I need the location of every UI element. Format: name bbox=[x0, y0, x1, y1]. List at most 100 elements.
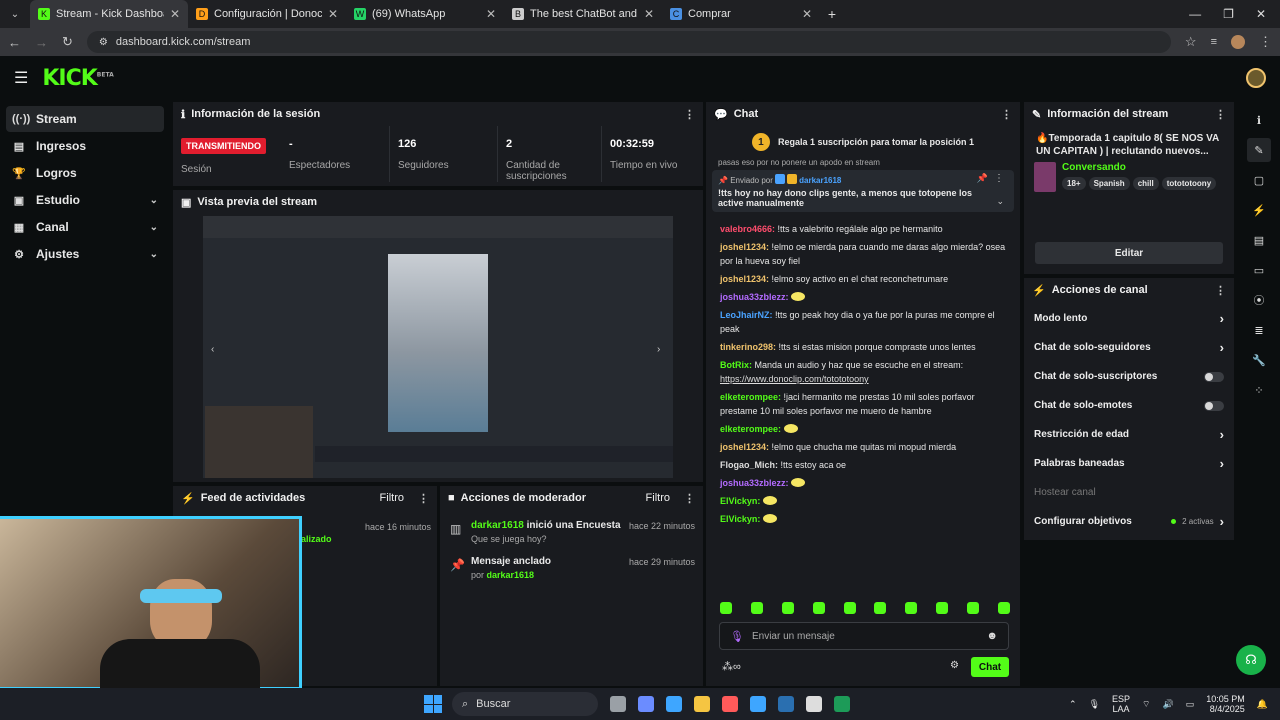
sidebar-item-ajustes[interactable]: ⚙ Ajustes ⌄ bbox=[6, 241, 164, 267]
chat-username[interactable]: valebro4666 bbox=[720, 224, 772, 234]
back-icon[interactable]: ← bbox=[8, 35, 21, 50]
copilot-icon[interactable] bbox=[638, 696, 654, 712]
chat-menu-icon[interactable]: ⋮ bbox=[1001, 108, 1012, 121]
emote-icon[interactable] bbox=[936, 602, 949, 614]
wrench-icon[interactable]: 🔧 bbox=[1247, 348, 1271, 372]
sidebar-item-canal[interactable]: ▦ Canal ⌄ bbox=[6, 214, 164, 240]
channel-action-row[interactable]: Configurar objetivos 2 activas › bbox=[1024, 507, 1234, 536]
unpin-icon[interactable]: 📌 bbox=[977, 173, 988, 184]
chrome-icon[interactable] bbox=[750, 696, 766, 712]
emoji-icon[interactable]: ☻ bbox=[986, 630, 998, 642]
channel-action-row[interactable]: Chat de solo-suscriptores bbox=[1024, 362, 1234, 391]
category-name[interactable]: Conversando bbox=[1062, 162, 1216, 173]
channel-action-row[interactable]: Chat de solo-seguidores › bbox=[1024, 333, 1234, 362]
tab-search-icon[interactable]: ⌄ bbox=[0, 0, 30, 28]
channel-action-row[interactable]: Chat de solo-emotes bbox=[1024, 391, 1234, 420]
channel-action-row[interactable]: Modo lento › bbox=[1024, 304, 1234, 333]
stream-tag[interactable]: chill bbox=[1132, 177, 1159, 190]
forward-icon[interactable]: → bbox=[35, 35, 48, 50]
profile-avatar[interactable] bbox=[1231, 35, 1245, 49]
pinned-menu-icon[interactable]: ⋮ bbox=[994, 173, 1004, 184]
chat-message[interactable]: elketerompee: bbox=[706, 420, 1020, 438]
mod-sub-user[interactable]: darkar1618 bbox=[487, 570, 535, 580]
chevron-down-icon[interactable]: ⌄ bbox=[150, 222, 158, 233]
steam-icon[interactable] bbox=[778, 696, 794, 712]
chat-settings-icon[interactable]: ⚙ bbox=[950, 660, 959, 671]
chat-username[interactable]: tinkerino298 bbox=[720, 342, 773, 352]
language-indicator[interactable]: ESP LAA bbox=[1112, 694, 1130, 714]
bolt-icon[interactable]: ⚡ bbox=[1247, 198, 1271, 222]
toggle-switch[interactable] bbox=[1204, 400, 1224, 411]
pinned-user[interactable]: darkar1618 bbox=[799, 176, 841, 185]
stream-tag[interactable]: 18+ bbox=[1062, 177, 1086, 190]
explorer-icon[interactable] bbox=[694, 696, 710, 712]
chat-message[interactable]: ElVickyn: bbox=[706, 510, 1020, 528]
emote-icon[interactable] bbox=[905, 602, 918, 614]
chat-message[interactable]: BotRix: Manda un audio y haz que se escu… bbox=[706, 356, 1020, 388]
new-tab-icon[interactable]: + bbox=[820, 0, 844, 28]
battery-icon[interactable]: ▭ bbox=[1186, 699, 1195, 710]
tab-close-icon[interactable]: ✕ bbox=[802, 7, 812, 21]
chat-username[interactable]: LeoJhairNZ bbox=[720, 310, 770, 320]
chat-username[interactable]: joshua33zblezz bbox=[720, 478, 786, 488]
chat-message[interactable]: valebro4666: !tts a valebrito regálale a… bbox=[706, 220, 1020, 238]
stream-preview-video[interactable]: ‹ › bbox=[203, 216, 673, 478]
chat-message[interactable]: joshel1234: !elmo soy activo en el chat … bbox=[706, 270, 1020, 288]
prev-arrow-icon[interactable]: ‹ bbox=[211, 344, 214, 355]
chat-message[interactable]: ElVickyn: bbox=[706, 492, 1020, 510]
chat-message[interactable]: joshel1234: !elmo que chucha me quitas m… bbox=[706, 438, 1020, 456]
toggle-switch[interactable] bbox=[1204, 371, 1224, 382]
emote-icon[interactable] bbox=[812, 602, 825, 614]
pencil-icon[interactable]: ✎ bbox=[1247, 138, 1271, 162]
volume-icon[interactable]: 🔊 bbox=[1163, 699, 1174, 710]
sidebar-item-stream[interactable]: ((·)) Stream bbox=[6, 106, 164, 132]
session-menu-icon[interactable]: ⋮ bbox=[684, 108, 695, 121]
emote-icon[interactable] bbox=[967, 602, 979, 614]
taskbar-search[interactable]: ⌕ Buscar bbox=[452, 692, 598, 716]
browser-tab[interactable]: W (69) WhatsApp ✕ bbox=[346, 0, 504, 28]
chat-send-button[interactable]: Chat bbox=[971, 657, 1009, 677]
wifi-icon[interactable]: ⌔ bbox=[1142, 699, 1150, 710]
chat-message[interactable]: joshua33zblezz: bbox=[706, 288, 1020, 306]
chat-username[interactable]: joshel1234 bbox=[720, 242, 766, 252]
layers-icon[interactable]: ▢ bbox=[1247, 168, 1271, 192]
mod-menu-icon[interactable]: ⋮ bbox=[684, 492, 695, 505]
channel-action-row[interactable]: Restricción de edad › bbox=[1024, 420, 1234, 449]
support-headset-icon[interactable]: ☊ bbox=[1236, 645, 1266, 675]
mod-user[interactable]: darkar1618 bbox=[471, 520, 524, 531]
activity-menu-icon[interactable]: ⋮ bbox=[418, 492, 429, 505]
browser-menu-icon[interactable]: ⋮ bbox=[1259, 34, 1272, 50]
excel-icon[interactable] bbox=[834, 696, 850, 712]
chevron-right-icon[interactable]: › bbox=[1220, 456, 1224, 471]
chat-username[interactable]: elketerompee bbox=[720, 424, 778, 434]
chevron-right-icon[interactable]: › bbox=[1220, 427, 1224, 442]
tab-close-icon[interactable]: ✕ bbox=[328, 7, 338, 21]
minimize-icon[interactable]: — bbox=[1189, 7, 1201, 21]
reload-icon[interactable]: ↻ bbox=[62, 34, 73, 50]
tab-close-icon[interactable]: ✕ bbox=[644, 7, 654, 21]
chevron-right-icon[interactable]: › bbox=[1220, 340, 1224, 355]
broadcast-icon[interactable]: ⦿ bbox=[1247, 288, 1271, 312]
document-icon[interactable]: ▤ bbox=[1247, 228, 1271, 252]
chat-username[interactable]: joshel1234 bbox=[720, 442, 766, 452]
sidebar-item-estudio[interactable]: ▣ Estudio ⌄ bbox=[6, 187, 164, 213]
hamburger-menu-icon[interactable]: ☰ bbox=[14, 68, 28, 88]
chat-bubble-icon[interactable]: ▭ bbox=[1247, 258, 1271, 282]
sidebar-item-ingresos[interactable]: ▤ Ingresos bbox=[6, 133, 164, 159]
next-arrow-icon[interactable]: › bbox=[657, 344, 660, 355]
chat-username[interactable]: elketerompee bbox=[720, 392, 778, 402]
chevron-right-icon[interactable]: › bbox=[1220, 311, 1224, 326]
list-icon[interactable]: ≣ bbox=[1247, 318, 1271, 342]
notifications-icon[interactable]: 🔔 bbox=[1257, 699, 1268, 710]
stream-tag[interactable]: Spanish bbox=[1088, 177, 1130, 190]
info-icon[interactable]: ℹ bbox=[1247, 108, 1271, 132]
maximize-icon[interactable]: ❐ bbox=[1223, 7, 1234, 21]
clock[interactable]: 10:05 PM 8/4/2025 bbox=[1206, 694, 1245, 714]
chevron-right-icon[interactable]: › bbox=[1220, 514, 1224, 529]
store-icon[interactable] bbox=[666, 696, 682, 712]
chevron-down-icon[interactable]: ⌄ bbox=[150, 195, 158, 206]
sidebar-item-logros[interactable]: 🏆 Logros bbox=[6, 160, 164, 186]
kick-logo[interactable]: KICKBETA bbox=[42, 66, 113, 91]
chat-message[interactable]: joshua33zblezz: bbox=[706, 474, 1020, 492]
close-window-icon[interactable]: ✕ bbox=[1256, 7, 1266, 21]
